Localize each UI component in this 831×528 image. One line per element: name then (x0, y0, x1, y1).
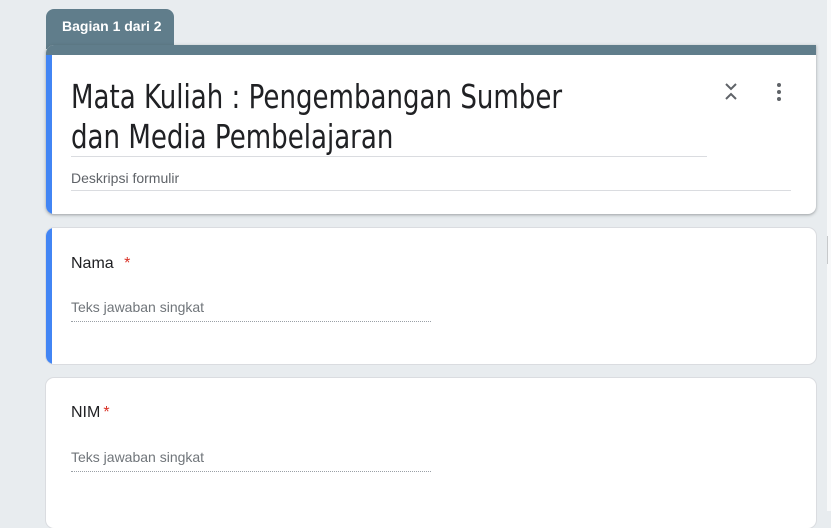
question-title: NIM * (71, 404, 110, 422)
question-card-nama[interactable]: Nama * Teks jawaban singkat (46, 228, 816, 364)
required-asterisk: * (124, 255, 131, 272)
collapse-section-button[interactable] (717, 78, 745, 106)
question-title: Nama * (71, 255, 130, 273)
question-label: NIM (71, 404, 101, 421)
short-answer-field[interactable]: Teks jawaban singkat (71, 299, 431, 322)
section-tab: Bagian 1 dari 2 (46, 9, 174, 49)
active-card-indicator (46, 55, 52, 214)
more-options-button[interactable] (765, 78, 793, 106)
description-underline (71, 190, 791, 191)
question-card-nim[interactable]: NIM * Teks jawaban singkat (46, 378, 816, 528)
scrollbar-edge[interactable] (827, 236, 828, 264)
form-description-field[interactable]: Deskripsi formulir (71, 170, 179, 186)
more-vert-icon (777, 83, 781, 101)
active-card-indicator (46, 228, 52, 364)
section-header-bar (46, 45, 816, 55)
section-tab-label: Bagian 1 dari 2 (62, 18, 162, 34)
form-title[interactable]: Mata Kuliah : Pengembangan Sumber dan Me… (71, 77, 569, 157)
question-label: Nama (71, 255, 114, 272)
form-header-card[interactable]: Mata Kuliah : Pengembangan Sumber dan Me… (46, 45, 816, 214)
title-underline (71, 156, 707, 157)
collapse-icon (725, 83, 737, 100)
required-asterisk: * (103, 404, 110, 421)
short-answer-field[interactable]: Teks jawaban singkat (71, 449, 431, 472)
